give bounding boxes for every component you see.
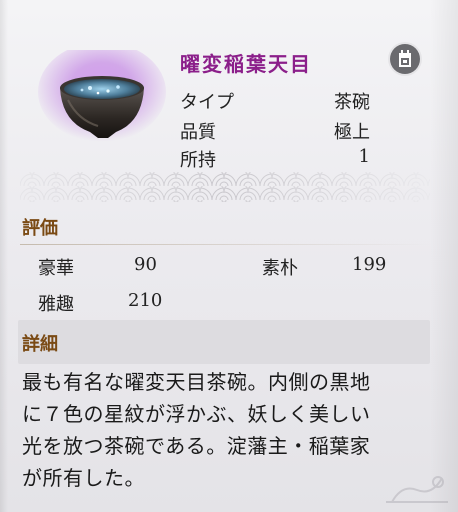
luxury-label: 豪華 — [38, 258, 74, 279]
wave-divider — [20, 172, 430, 202]
tea-bowl-icon — [38, 42, 166, 150]
luxury-value: 90 — [134, 254, 157, 275]
detail-line: 最も有名な曜変天目茶碗。内側の黒地 — [22, 370, 371, 394]
owned-label: 所持 — [180, 150, 216, 171]
lock-icon[interactable] — [390, 44, 420, 74]
detail-line: 光を放つ茶碗である。淀藩主・稲葉家 — [22, 434, 371, 458]
item-detail-panel: 曜変稲葉天目 タイプ 茶碗 品質 極上 所持 1 評価 豪華 90 素朴 199… — [0, 0, 458, 512]
detail-line: が所有した。 — [22, 466, 145, 490]
type-label: タイプ — [180, 92, 234, 113]
item-name: 曜変稲葉天目 — [180, 52, 312, 76]
detail-header-band — [18, 320, 430, 364]
elegance-label: 雅趣 — [38, 294, 74, 315]
corner-ornament — [386, 476, 448, 503]
evaluation-title: 評価 — [22, 218, 58, 239]
quality-label: 品質 — [180, 122, 216, 143]
evaluation-divider — [20, 244, 430, 245]
rustic-value: 199 — [352, 254, 387, 275]
detail-line: に７色の星紋が浮かぶ、妖しく美しい — [22, 402, 371, 426]
rustic-label: 素朴 — [262, 258, 298, 279]
type-value: 茶碗 — [334, 92, 370, 113]
detail-title: 詳細 — [22, 334, 58, 355]
elegance-value: 210 — [128, 290, 163, 311]
panel-edge-shade — [0, 0, 8, 512]
owned-value: 1 — [358, 146, 370, 167]
detail-text: 最も有名な曜変天目茶碗。内側の黒地 に７色の星紋が浮かぶ、妖しく美しい 光を放つ… — [22, 366, 437, 494]
quality-value: 極上 — [334, 122, 370, 143]
